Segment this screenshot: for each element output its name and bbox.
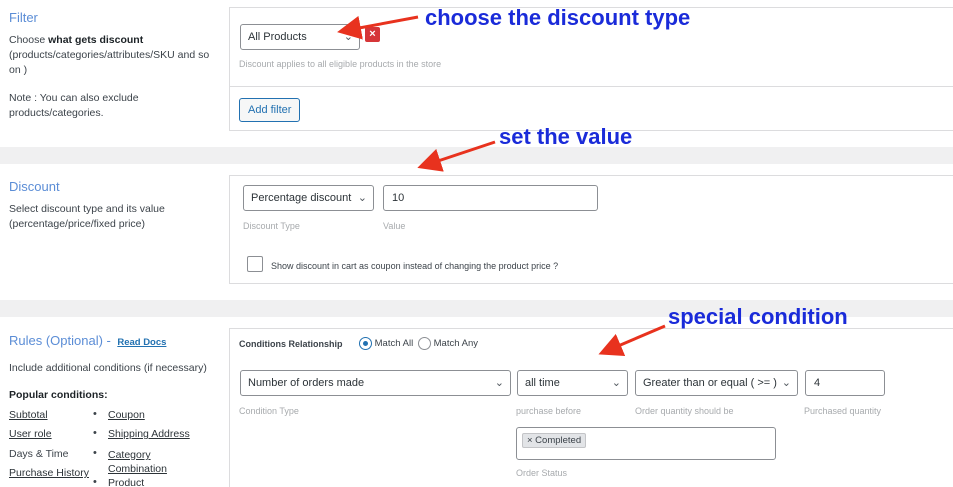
rules-heading: Rules (Optional) - Read Docs (9, 332, 214, 350)
rules-title: Rules (Optional) - (9, 333, 111, 348)
divider (230, 86, 953, 87)
match-all-radio[interactable]: Match All (359, 337, 413, 350)
operator-value: Greater than or equal ( >= ) (643, 377, 777, 389)
annotation-set-value: set the value (499, 124, 633, 149)
filter-type-select[interactable]: All Products ⌄ (240, 24, 360, 50)
filter-desc-prefix: Choose (9, 34, 49, 46)
purchase-before-select[interactable]: all time ⌄ (517, 370, 628, 396)
discount-type-value: Percentage discount (251, 192, 352, 204)
match-any-radio[interactable]: Match Any (418, 337, 478, 350)
discount-panel: Percentage discount ⌄ Discount Type 10 V… (229, 175, 953, 284)
bullet: • (93, 408, 97, 420)
filter-desc-suffix: (products/categories/attributes/SKU and … (9, 49, 210, 76)
completed-status-tag[interactable]: × Completed (522, 433, 587, 448)
condition-type-select[interactable]: Number of orders made ⌄ (240, 370, 511, 396)
discount-info: Discount Select discount type and its va… (9, 179, 214, 232)
chevron-down-icon: ⌄ (494, 377, 504, 389)
purchase-before-value: all time (525, 377, 560, 389)
rules-panel: Conditions Relationship Match All Match … (229, 328, 953, 487)
purchase-before-caption: purchase before (516, 406, 582, 416)
popular-days-time: Days & Time (9, 448, 69, 460)
bullet: • (93, 476, 97, 487)
filter-note: Note : You can also exclude products/cat… (9, 92, 139, 119)
match-all-label: Match All (374, 338, 414, 350)
discount-value-input[interactable]: 10 (383, 185, 598, 211)
condition-type-caption: Condition Type (239, 406, 299, 416)
popular-purchase-history-link[interactable]: Purchase History (9, 467, 89, 479)
add-filter-button[interactable]: Add filter (239, 98, 301, 122)
radio-unchecked-icon (418, 337, 431, 350)
discount-title: Discount (9, 179, 60, 194)
chevron-down-icon: ⌄ (357, 192, 367, 204)
discount-type-select[interactable]: Percentage discount ⌄ (243, 185, 374, 211)
match-any-label: Match Any (433, 338, 478, 350)
chevron-down-icon: ⌄ (343, 31, 353, 43)
filter-title: Filter (9, 10, 38, 25)
read-docs-link[interactable]: Read Docs (117, 337, 166, 348)
filter-description: Choose what gets discount (products/cate… (9, 33, 214, 78)
popular-shipping-link[interactable]: Shipping Address (108, 428, 190, 440)
annotation-special-condition: special condition (668, 304, 848, 329)
relationship-label: Conditions Relationship (239, 339, 343, 349)
popular-heading: Popular conditions: (9, 389, 108, 401)
rules-description: Include additional conditions (if necess… (9, 362, 207, 374)
radio-checked-icon (359, 337, 372, 350)
popular-subtotal-link[interactable]: Subtotal (9, 409, 48, 421)
quantity-caption: Purchased quantity (804, 406, 882, 416)
popular-coupon-link[interactable]: Coupon (108, 409, 145, 421)
discount-type-caption: Discount Type (243, 221, 300, 231)
popular-product-link[interactable]: Product (108, 477, 144, 487)
popular-user-role-link[interactable]: User role (9, 428, 52, 440)
operator-select[interactable]: Greater than or equal ( >= ) ⌄ (635, 370, 798, 396)
rules-info: Rules (Optional) - Read Docs Include add… (9, 332, 214, 487)
popular-category-combination-link[interactable]: Category Combination (108, 448, 188, 476)
order-status-field[interactable]: × Completed (516, 427, 776, 460)
filter-info: Filter Choose what gets discount (produc… (9, 10, 214, 121)
discount-value-caption: Value (383, 221, 406, 231)
coupon-checkbox-label: Show discount in cart as coupon instead … (271, 261, 559, 271)
section-separator (0, 147, 953, 164)
bullet: • (93, 427, 97, 439)
filter-type-value: All Products (248, 31, 307, 43)
condition-type-value: Number of orders made (248, 377, 365, 389)
operator-caption: Order quantity should be (635, 406, 734, 416)
chevron-down-icon: ⌄ (611, 377, 621, 389)
filter-desc-bold: what gets discount (48, 34, 144, 46)
order-status-caption: Order Status (516, 468, 568, 478)
discount-description: Select discount type and its value (perc… (9, 203, 165, 230)
coupon-checkbox[interactable] (247, 256, 263, 272)
quantity-input[interactable]: 4 (805, 370, 885, 396)
annotation-discount-type: choose the discount type (425, 5, 691, 30)
chevron-down-icon: ⌄ (781, 377, 791, 389)
remove-filter-button[interactable]: × (365, 27, 380, 42)
filter-hint: Discount applies to all eligible product… (239, 59, 442, 69)
bullet: • (93, 447, 97, 459)
